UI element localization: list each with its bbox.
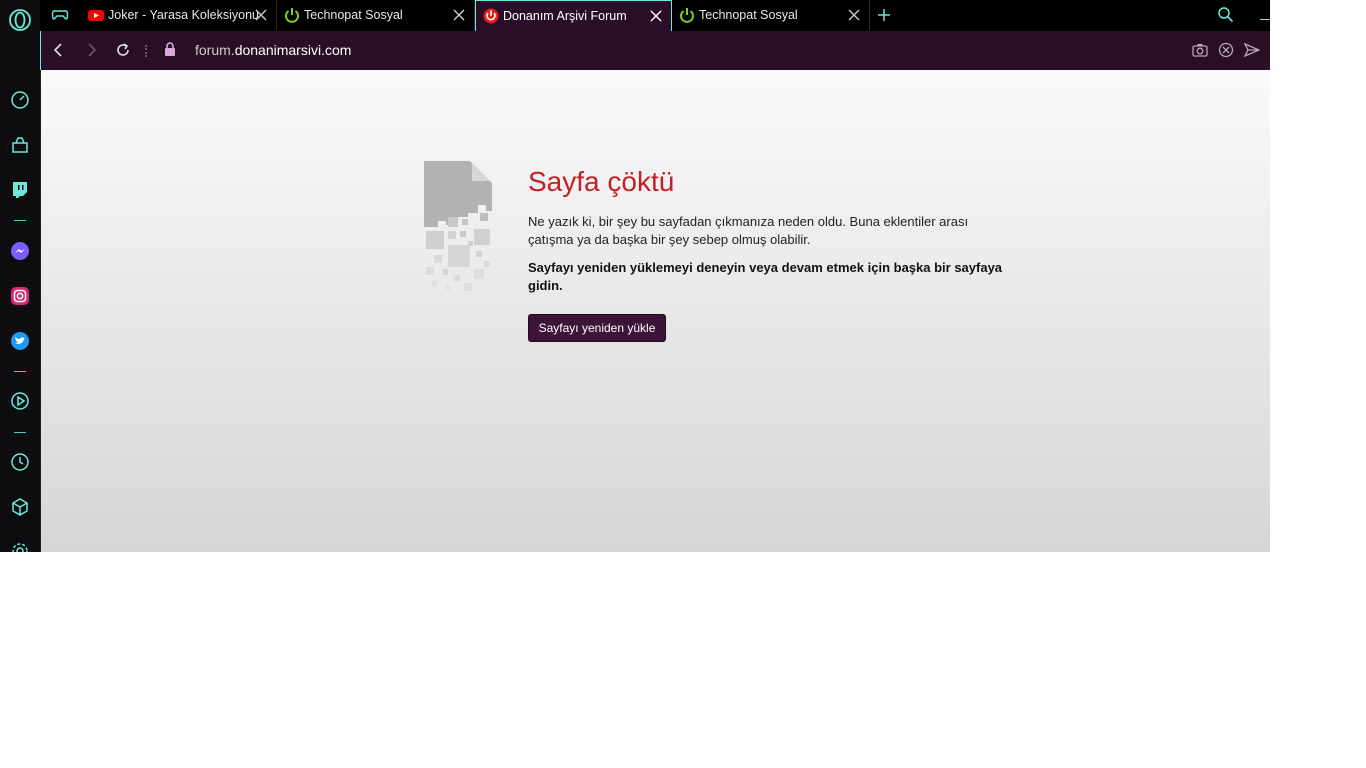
crash-description: Ne yazık ki, bir şey bu sayfadan çıkmanı… [528,214,969,247]
messenger-icon[interactable] [9,240,31,262]
tab-title: Technopat Sosyal [699,8,798,22]
settings-gear-icon[interactable] [9,540,31,552]
lock-icon[interactable] [164,42,176,57]
gamepad-icon[interactable] [51,7,69,23]
twitch-icon[interactable] [9,179,31,201]
reload-icon[interactable] [114,41,132,59]
speed-dial-icon[interactable] [9,89,31,111]
extensions-cube-icon[interactable] [9,496,31,518]
forward-arrow-icon[interactable] [82,41,100,59]
tab-technopat-1[interactable]: Technopat Sosyal [277,0,475,30]
address-divider [145,45,149,57]
address-bar: forum.donanimarsivi.com [40,31,1270,70]
new-tab-plus-icon[interactable] [877,8,891,22]
url-host: donanimarsivi.com [234,42,352,58]
tab-strip: Joker - Yarasa Koleksiyonu Technopat Sos… [40,0,1270,31]
send-flow-icon[interactable] [1244,42,1260,58]
reload-page-button[interactable]: Sayfayı yeniden yükle [528,314,666,342]
twitter-icon[interactable] [9,330,31,352]
tab-donanim-arsivi[interactable]: Donanım Arşivi Forum [475,0,672,31]
tab-title: Technopat Sosyal [304,8,403,22]
power-icon [680,8,694,23]
broken-page-icon [424,161,492,291]
tab-joker[interactable]: Joker - Yarasa Koleksiyonu [81,0,277,30]
opera-gx-logo-icon[interactable] [8,8,32,32]
search-tabs-icon[interactable] [1217,6,1234,23]
tab-title: Donanım Arşivi Forum [503,9,627,23]
gx-control-icon[interactable] [9,134,31,156]
history-icon[interactable] [9,451,31,473]
minimize-icon[interactable] [1260,19,1270,20]
back-arrow-icon[interactable] [50,41,68,59]
camera-snapshot-icon[interactable] [1192,42,1208,58]
crash-hint: Sayfayı yeniden yüklemeyi deneyin veya d… [528,260,1003,293]
adblock-icon[interactable] [1218,42,1234,58]
sidebar [0,0,41,552]
crash-page: Sayfa çöktü Ne yazık ki, bir şey bu sayf… [41,70,1270,552]
tab-close-icon[interactable] [452,8,466,22]
player-icon[interactable] [9,390,31,412]
youtube-icon [88,10,104,21]
tab-close-icon[interactable] [847,8,861,22]
tab-technopat-2[interactable]: Technopat Sosyal [672,0,870,30]
power-icon [285,8,299,23]
sidebar-divider [14,371,26,372]
sidebar-divider [14,432,26,433]
instagram-icon[interactable] [9,285,31,307]
tab-title: Joker - Yarasa Koleksiyonu [108,8,260,22]
url-subdomain: forum. [195,42,235,58]
tab-close-icon[interactable] [255,9,267,21]
crash-title: Sayfa çöktü [528,166,675,197]
browser-window: Joker - Yarasa Koleksiyonu Technopat Sos… [0,0,1270,552]
sidebar-divider [14,220,26,221]
tab-close-icon[interactable] [649,9,663,23]
url-field[interactable]: forum.donanimarsivi.com [195,42,351,58]
power-red-icon [483,8,499,24]
